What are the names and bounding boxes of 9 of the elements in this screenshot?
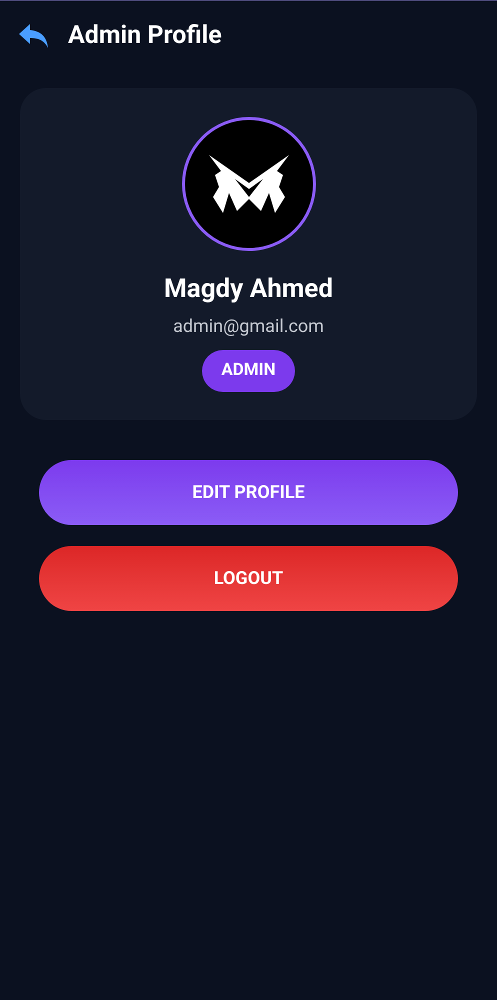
edit-profile-button[interactable]: EDIT PROFILE bbox=[39, 460, 458, 524]
user-name: Magdy Ahmed bbox=[164, 273, 333, 306]
logo-icon bbox=[206, 153, 290, 215]
user-email: admin@gmail.com bbox=[173, 315, 324, 339]
page-title: Admin Profile bbox=[68, 20, 222, 52]
back-button[interactable] bbox=[18, 22, 50, 50]
role-badge: ADMIN bbox=[202, 350, 295, 392]
logout-button[interactable]: LOGOUT bbox=[39, 546, 458, 610]
back-arrow-icon bbox=[18, 23, 50, 49]
